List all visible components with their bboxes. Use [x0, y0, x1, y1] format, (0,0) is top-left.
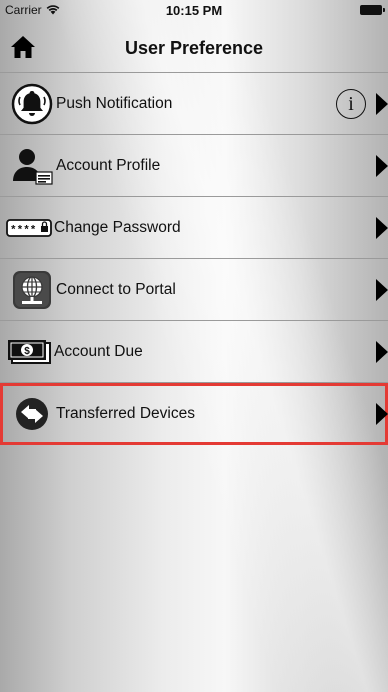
money-icon: $ — [6, 330, 52, 374]
nav-bar: User Preference — [0, 20, 388, 70]
chevron-right-icon — [376, 402, 388, 425]
page-title: User Preference — [124, 38, 264, 58]
menu-item-label: Account Due — [54, 342, 143, 360]
menu-item-label: Transferred Devices — [56, 404, 195, 422]
user-card-icon — [10, 144, 54, 188]
menu-item-transferred-devices[interactable]: Transferred Devices — [0, 383, 388, 445]
menu-item-label: Connect to Portal — [56, 280, 176, 298]
menu-item-push-notification[interactable]: Push Notification i — [0, 72, 388, 135]
chevron-right-icon — [376, 154, 388, 177]
menu-item-label: Change Password — [54, 218, 181, 236]
chevron-right-icon — [376, 216, 388, 239]
chevron-right-icon — [376, 92, 388, 115]
preference-list: Push Notification i Account Profile ****… — [0, 72, 388, 445]
password-icon: **** — [6, 206, 52, 250]
chevron-right-icon — [376, 278, 388, 301]
menu-item-account-due[interactable]: $ Account Due — [0, 321, 388, 383]
money-symbol-text: $ — [24, 346, 30, 357]
menu-item-change-password[interactable]: **** Change Password — [0, 197, 388, 259]
transfer-icon — [10, 392, 54, 436]
bell-icon — [10, 82, 54, 126]
password-mask-text: **** — [10, 225, 36, 237]
menu-item-account-profile[interactable]: Account Profile — [0, 135, 388, 197]
status-time: 10:15 PM — [165, 3, 223, 18]
info-icon[interactable]: i — [336, 88, 366, 119]
globe-portal-icon — [10, 268, 54, 312]
status-bar: Carrier 10:15 PM — [0, 0, 388, 20]
app-screen: Carrier 10:15 PM User Preference Push No… — [0, 0, 388, 692]
chevron-right-icon — [376, 340, 388, 363]
menu-item-label: Account Profile — [56, 156, 161, 174]
menu-item-connect-to-portal[interactable]: Connect to Portal — [0, 259, 388, 321]
battery-icon — [360, 5, 385, 15]
menu-item-label: Push Notification — [56, 94, 173, 112]
